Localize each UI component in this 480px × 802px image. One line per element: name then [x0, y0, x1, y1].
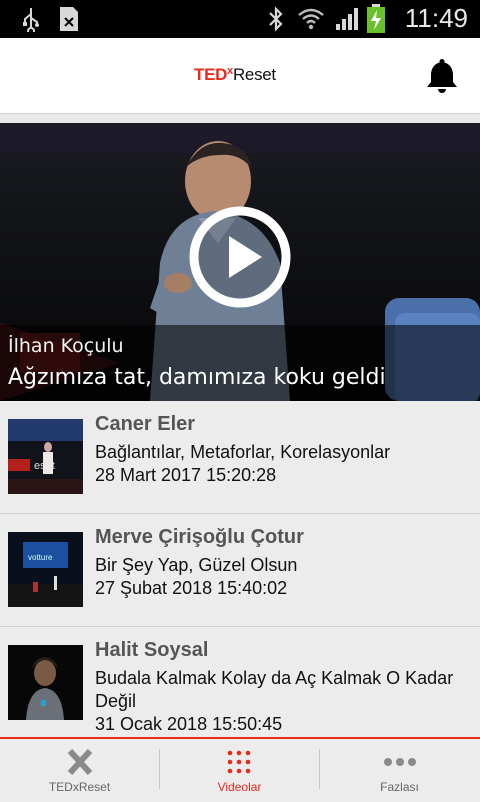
list-item[interactable]: votture Merve Çirişoğlu Çotur Bir Şey Ya…: [0, 514, 480, 627]
status-time: 11:49: [404, 3, 468, 33]
bottom-navigation: TEDxReset Videolar Fazlası: [0, 737, 480, 802]
tab-fazlasi[interactable]: Fazlası: [320, 739, 479, 802]
tab-label: Videolar: [217, 780, 262, 794]
video-date: 27 Şubat 2018 15:40:02: [95, 578, 288, 598]
status-bar: 11:49: [0, 0, 480, 38]
tab-videolar[interactable]: Videolar: [160, 739, 319, 802]
wifi-icon: [298, 8, 324, 30]
tab-tedxreset[interactable]: TEDxReset: [0, 739, 159, 802]
list-item[interactable]: Halit Soysal Budala Kalmak Kolay da Aç K…: [0, 627, 480, 737]
svg-text:votture: votture: [28, 553, 53, 562]
logo-reset: Reset: [232, 65, 276, 84]
x-icon: [67, 749, 93, 775]
app-header: TEDxReset: [0, 38, 480, 114]
video-title-block: Budala Kalmak Kolay da Aç Kalmak O Kadar…: [95, 667, 475, 736]
featured-title: Ağzımıza tat, damımıza koku geldi: [8, 365, 386, 390]
tab-label: TEDxReset: [48, 780, 111, 794]
play-icon[interactable]: [187, 204, 293, 310]
video-speaker: Caner Eler: [95, 413, 196, 435]
logo-ted: TED: [194, 65, 228, 84]
video-list[interactable]: eset Caner Eler Bağlantılar, Metaforlar,…: [0, 401, 480, 737]
video-title-block: Bir Şey Yap, Güzel Olsun 27 Şubat 2018 1…: [95, 554, 475, 600]
video-speaker: Halit Soysal: [95, 639, 209, 661]
video-title-block: Bağlantılar, Metaforlar, Korelasyonlar 2…: [95, 441, 475, 487]
list-item[interactable]: eset Caner Eler Bağlantılar, Metaforlar,…: [0, 401, 480, 514]
video-thumbnail: [8, 645, 83, 720]
battery-charging-icon: [367, 4, 385, 33]
video-speaker: Merve Çirişoğlu Çotur: [95, 526, 304, 548]
more-dots-icon: [384, 758, 416, 766]
video-date: 31 Ocak 2018 15:50:45: [95, 714, 283, 734]
usb-icon: [23, 8, 39, 32]
signal-icon: [336, 8, 358, 30]
featured-speaker: İlhan Koçulu: [8, 335, 124, 357]
video-title: Budala Kalmak Kolay da Aç Kalmak O Kadar…: [95, 668, 454, 711]
featured-caption: İlhan Koçulu Ağzımıza tat, damımıza koku…: [0, 325, 480, 401]
featured-video[interactable]: İlhan Koçulu Ağzımıza tat, damımıza koku…: [0, 123, 480, 401]
video-date: 28 Mart 2017 15:20:28: [95, 465, 277, 485]
bluetooth-icon: [269, 6, 283, 32]
tedx-reset-logo: TEDxReset: [194, 65, 276, 85]
tab-label: Fazlası: [380, 780, 419, 794]
video-title: Bir Şey Yap, Güzel Olsun: [95, 555, 298, 575]
grid-dots-icon: [227, 750, 251, 774]
video-title: Bağlantılar, Metaforlar, Korelasyonlar: [95, 442, 391, 462]
logo-x: x: [227, 65, 233, 77]
video-thumbnail: votture: [8, 532, 83, 607]
sim-icon: [60, 7, 78, 31]
bell-icon[interactable]: [424, 56, 460, 94]
video-thumbnail: eset: [8, 419, 83, 494]
